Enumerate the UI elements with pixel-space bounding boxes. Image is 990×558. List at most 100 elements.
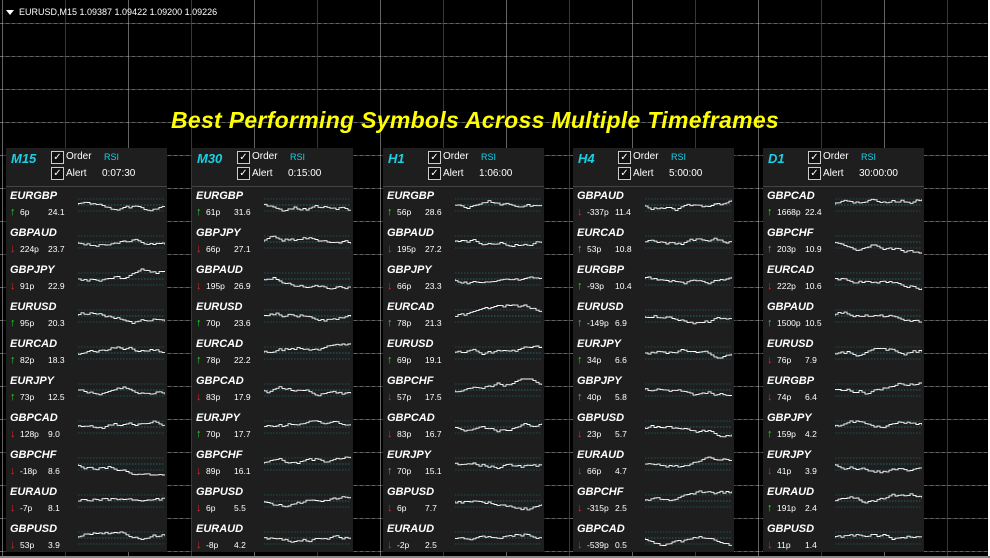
symbol-name[interactable]: GBPUSD bbox=[767, 523, 814, 535]
symbol-name[interactable]: GBPAUD bbox=[577, 190, 624, 202]
symbol-name[interactable]: EURJPY bbox=[10, 375, 54, 387]
symbol-name[interactable]: EURUSD bbox=[387, 338, 433, 350]
symbol-row[interactable]: EURGBP ↑ 56p 28.6 bbox=[383, 187, 544, 224]
symbol-name[interactable]: GBPCAD bbox=[577, 523, 625, 535]
symbol-name[interactable]: EURJPY bbox=[767, 449, 811, 461]
symbol-name[interactable]: EURAUD bbox=[767, 486, 814, 498]
symbol-row[interactable]: EURGBP ↓ 74p 6.4 bbox=[763, 372, 924, 409]
symbol-name[interactable]: GBPCHF bbox=[577, 486, 623, 498]
symbol-row[interactable]: EURJPY ↑ 34p 6.6 bbox=[573, 335, 734, 372]
order-checkbox[interactable]: ✓ bbox=[51, 151, 64, 164]
symbol-name[interactable]: GBPUSD bbox=[387, 486, 434, 498]
symbol-row[interactable]: GBPCAD ↓ 128p 9.0 bbox=[6, 409, 167, 446]
symbol-row[interactable]: EURUSD ↑ 69p 19.1 bbox=[383, 335, 544, 372]
symbol-row[interactable]: GBPCAD ↑ 1668p 22.4 bbox=[763, 187, 924, 224]
symbol-name[interactable]: EURGBP bbox=[196, 190, 243, 202]
symbol-name[interactable]: EURGBP bbox=[767, 375, 814, 387]
symbol-row[interactable]: GBPCHF ↑ 203p 10.9 bbox=[763, 224, 924, 261]
symbol-row[interactable]: EURUSD ↓ 76p 7.9 bbox=[763, 335, 924, 372]
symbol-row[interactable]: GBPJPY ↓ 66p 23.3 bbox=[383, 261, 544, 298]
symbol-name[interactable]: EURCAD bbox=[387, 301, 434, 313]
symbol-row[interactable]: GBPAUD ↓ 195p 26.9 bbox=[192, 261, 353, 298]
symbol-name[interactable]: GBPCHF bbox=[10, 449, 56, 461]
symbol-row[interactable]: GBPCAD ↓ -539p 0.5 bbox=[573, 520, 734, 557]
symbol-row[interactable]: GBPAUD ↓ -337p 11.4 bbox=[573, 187, 734, 224]
symbol-row[interactable]: GBPUSD ↓ 23p 5.7 bbox=[573, 409, 734, 446]
symbol-row[interactable]: GBPCHF ↓ 57p 17.5 bbox=[383, 372, 544, 409]
symbol-row[interactable]: GBPCHF ↓ 89p 16.1 bbox=[192, 446, 353, 483]
symbol-name[interactable]: EURUSD bbox=[196, 301, 242, 313]
collapse-triangle-icon[interactable] bbox=[6, 9, 14, 15]
symbol-row[interactable]: GBPUSD ↓ 53p 3.9 bbox=[6, 520, 167, 557]
symbol-name[interactable]: GBPAUD bbox=[10, 227, 57, 239]
symbol-name[interactable]: GBPCAD bbox=[767, 190, 815, 202]
order-checkbox[interactable]: ✓ bbox=[808, 151, 821, 164]
symbol-row[interactable]: GBPCAD ↓ 83p 16.7 bbox=[383, 409, 544, 446]
symbol-name[interactable]: EURGBP bbox=[10, 190, 57, 202]
alert-checkbox[interactable]: ✓ bbox=[428, 167, 441, 180]
symbol-name[interactable]: EURAUD bbox=[577, 449, 624, 461]
symbol-name[interactable]: GBPJPY bbox=[577, 375, 622, 387]
order-checkbox[interactable]: ✓ bbox=[618, 151, 631, 164]
symbol-name[interactable]: EURAUD bbox=[196, 523, 243, 535]
symbol-name[interactable]: EURJPY bbox=[577, 338, 621, 350]
symbol-name[interactable]: EURJPY bbox=[387, 449, 431, 461]
symbol-name[interactable]: GBPJPY bbox=[767, 412, 812, 424]
symbol-row[interactable]: EURUSD ↑ 95p 20.3 bbox=[6, 298, 167, 335]
symbol-row[interactable]: GBPCAD ↓ 83p 17.9 bbox=[192, 372, 353, 409]
symbol-name[interactable]: EURJPY bbox=[196, 412, 240, 424]
symbol-name[interactable]: EURCAD bbox=[196, 338, 243, 350]
symbol-row[interactable]: EURCAD ↑ 53p 10.8 bbox=[573, 224, 734, 261]
symbol-name[interactable]: EURCAD bbox=[577, 227, 624, 239]
order-checkbox[interactable]: ✓ bbox=[237, 151, 250, 164]
symbol-row[interactable]: EURCAD ↑ 78p 22.2 bbox=[192, 335, 353, 372]
symbol-row[interactable]: EURCAD ↑ 78p 21.3 bbox=[383, 298, 544, 335]
symbol-name[interactable]: EURUSD bbox=[10, 301, 56, 313]
symbol-name[interactable]: EURCAD bbox=[10, 338, 57, 350]
symbol-name[interactable]: GBPAUD bbox=[767, 301, 814, 313]
symbol-name[interactable]: EURUSD bbox=[767, 338, 813, 350]
symbol-name[interactable]: EURAUD bbox=[10, 486, 57, 498]
symbol-row[interactable]: EURGBP ↑ 61p 31.6 bbox=[192, 187, 353, 224]
symbol-row[interactable]: EURAUD ↓ 66p 4.7 bbox=[573, 446, 734, 483]
symbol-name[interactable]: GBPUSD bbox=[10, 523, 57, 535]
symbol-row[interactable]: EURAUD ↓ -8p 4.2 bbox=[192, 520, 353, 557]
symbol-name[interactable]: EURGBP bbox=[577, 264, 624, 276]
symbol-row[interactable]: EURGBP ↑ -93p 10.4 bbox=[573, 261, 734, 298]
symbol-row[interactable]: EURUSD ↑ 70p 23.6 bbox=[192, 298, 353, 335]
symbol-row[interactable]: EURAUD ↑ 191p 2.4 bbox=[763, 483, 924, 520]
symbol-row[interactable]: GBPUSD ↓ 11p 1.4 bbox=[763, 520, 924, 557]
symbol-row[interactable]: GBPCHF ↓ -315p 2.5 bbox=[573, 483, 734, 520]
symbol-row[interactable]: EURAUD ↓ -2p 2.5 bbox=[383, 520, 544, 557]
symbol-name[interactable]: GBPCHF bbox=[387, 375, 433, 387]
symbol-row[interactable]: GBPUSD ↓ 6p 7.7 bbox=[383, 483, 544, 520]
symbol-row[interactable]: EURJPY ↑ 70p 15.1 bbox=[383, 446, 544, 483]
symbol-name[interactable]: GBPCAD bbox=[196, 375, 244, 387]
symbol-name[interactable]: GBPJPY bbox=[387, 264, 432, 276]
symbol-row[interactable]: GBPJPY ↓ 66p 27.1 bbox=[192, 224, 353, 261]
symbol-name[interactable]: GBPAUD bbox=[387, 227, 434, 239]
symbol-row[interactable]: EURCAD ↑ 82p 18.3 bbox=[6, 335, 167, 372]
symbol-name[interactable]: EURCAD bbox=[767, 264, 814, 276]
symbol-row[interactable]: GBPJPY ↓ 91p 22.9 bbox=[6, 261, 167, 298]
symbol-row[interactable]: EURJPY ↑ 73p 12.5 bbox=[6, 372, 167, 409]
order-checkbox[interactable]: ✓ bbox=[428, 151, 441, 164]
symbol-row[interactable]: GBPJPY ↑ 40p 5.8 bbox=[573, 372, 734, 409]
symbol-row[interactable]: EURJPY ↓ 41p 3.9 bbox=[763, 446, 924, 483]
symbol-row[interactable]: EURGBP ↑ 6p 24.1 bbox=[6, 187, 167, 224]
symbol-name[interactable]: GBPJPY bbox=[196, 227, 241, 239]
alert-checkbox[interactable]: ✓ bbox=[51, 167, 64, 180]
symbol-name[interactable]: EURGBP bbox=[387, 190, 434, 202]
symbol-name[interactable]: GBPJPY bbox=[10, 264, 55, 276]
symbol-row[interactable]: GBPAUD ↓ 195p 27.2 bbox=[383, 224, 544, 261]
symbol-name[interactable]: GBPCAD bbox=[387, 412, 435, 424]
alert-checkbox[interactable]: ✓ bbox=[618, 167, 631, 180]
alert-checkbox[interactable]: ✓ bbox=[237, 167, 250, 180]
symbol-name[interactable]: GBPCAD bbox=[10, 412, 58, 424]
symbol-name[interactable]: GBPUSD bbox=[577, 412, 624, 424]
symbol-name[interactable]: GBPUSD bbox=[196, 486, 243, 498]
symbol-name[interactable]: EURAUD bbox=[387, 523, 434, 535]
symbol-row[interactable]: GBPAUD ↑ 1500p 10.5 bbox=[763, 298, 924, 335]
symbol-info-bar[interactable]: EURUSD,M15 1.09387 1.09422 1.09200 1.092… bbox=[6, 5, 217, 19]
symbol-row[interactable]: EURCAD ↓ 222p 10.6 bbox=[763, 261, 924, 298]
